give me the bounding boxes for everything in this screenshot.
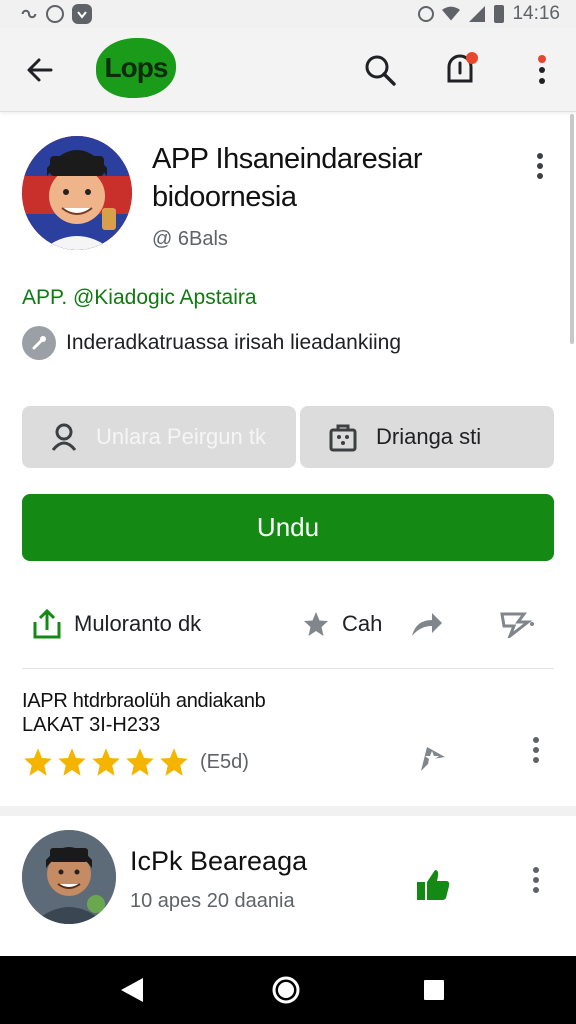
star-icon [92,748,120,776]
like-button[interactable] [412,864,454,906]
save-button[interactable]: Cah [302,600,382,648]
sync-icon [46,5,64,23]
save-label: Cah [342,611,383,636]
status-bar: 14:16 [0,0,576,28]
more-vert-icon [533,737,539,763]
rating-badge-button[interactable] [412,738,452,778]
forward-icon [412,613,442,636]
title-more-button[interactable] [520,146,560,186]
nav-recents-icon [424,980,444,1000]
battery-icon [494,5,505,23]
signal-icon [468,5,486,23]
status-time: 14:16 [512,3,560,24]
star-icon [58,748,86,776]
back-button[interactable] [18,48,62,92]
app-bar: Lops [0,28,576,112]
system-nav-bar [0,956,576,1024]
info-text: Inderadkatruassa irisah lieadankiing [66,331,402,354]
badge-star-icon [421,747,445,771]
developer-link[interactable]: APP. @Kiadogic Apstaira [22,286,257,310]
app-title: APP Ihsaneindaresiar bidoornesia [152,143,422,213]
user-chip-button[interactable]: Unlara Peirgun tk [22,406,296,468]
share-button[interactable]: Muloranto dk [32,600,201,648]
gift-chip-label: Drianga sti [376,424,482,449]
star-icon [160,748,188,776]
search-button[interactable] [358,48,402,92]
nav-home-icon [272,976,300,1004]
link-icon [20,5,38,23]
rating-more-button[interactable] [520,730,552,770]
nav-home-button[interactable] [266,970,306,1010]
star-icon [24,748,52,776]
more-menu-button[interactable] [520,48,564,92]
gift-chip-button[interactable]: Drianga sti [300,406,554,468]
star-icon [126,748,154,776]
forward-button[interactable] [410,600,450,648]
nav-back-icon [121,978,143,1002]
info-row: Inderadkatruassa irisah lieadankiing [22,326,401,360]
star-icon [304,612,328,636]
secondary-actions: Muloranto dk Cah [22,600,554,648]
wifi-icon [442,5,461,23]
more-vert-icon [533,867,539,893]
status-right-icons: 14:16 [418,3,560,25]
info-icon [22,326,56,360]
secondary-more-button[interactable] [498,600,546,648]
user-icon [51,423,77,451]
more-vert-icon [537,153,543,179]
rating-title: IAPR htdrbraolüh andiakanb [22,690,266,712]
nav-back-button[interactable] [112,970,152,1010]
rating-count: (E5d) [200,750,249,773]
flag-icon [500,612,534,638]
rating-subtitle: LAKAT 3I-H233 [22,714,161,736]
nav-recents-button[interactable] [414,970,454,1010]
app-logo[interactable]: Lops [96,38,176,98]
scrollbar[interactable] [570,114,574,344]
app-handle: @ 6Bals [152,228,228,250]
share-label: Muloranto dk [74,611,202,636]
review-more-button[interactable] [520,860,552,900]
user-chip-label: Unlara Peirgun tk [96,424,266,449]
reviewer-name: IcPk Beareaga [130,846,308,876]
rating-stars: (E5d) [22,746,249,778]
share-icon [33,608,61,639]
review-meta: 10 apes 20 daania [130,890,295,912]
reviewer-avatar[interactable] [22,830,116,924]
divider [22,668,554,669]
back-arrow-icon [27,58,53,82]
thumbs-up-icon [417,870,450,900]
app-avatar [22,136,132,250]
shield-icon [72,4,92,24]
section-separator [0,806,576,816]
notification-button[interactable] [438,48,482,92]
more-vert-icon [538,55,546,84]
search-icon [365,55,396,86]
gift-icon [329,424,357,452]
status-left-icons [20,4,92,24]
install-button[interactable]: Undu [22,494,554,561]
nfc-icon [418,6,435,22]
notification-badge [466,52,478,64]
